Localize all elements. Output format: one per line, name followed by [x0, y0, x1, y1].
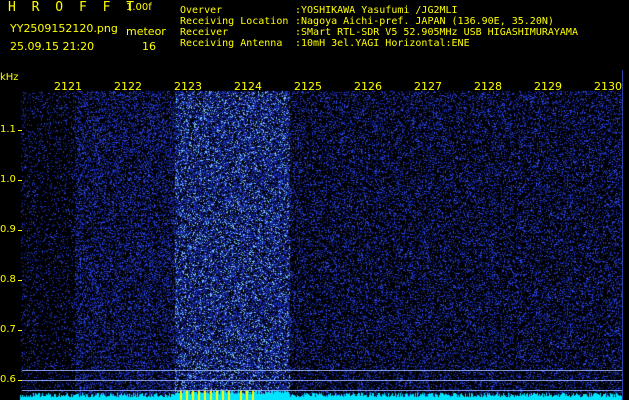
reference-line [22, 390, 622, 391]
time-label: 2130 [594, 80, 622, 93]
time-label: 2128 [474, 80, 502, 93]
meteor-count: 16 [142, 40, 156, 53]
freq-label: 1.1 [0, 124, 16, 135]
image-filename: YY2509152120.png [10, 22, 118, 35]
freq-tick [18, 330, 22, 331]
freq-label: 1.0 [0, 174, 16, 185]
time-label: 2121 [54, 80, 82, 93]
frequency-unit-label: kHz [0, 72, 19, 83]
time-label: 2125 [294, 80, 322, 93]
info-key: Receiver [180, 27, 229, 38]
info-row-location: Receiving Location :Nagoya Aichi-pref. J… [180, 16, 578, 27]
freq-label: 0.7 [0, 324, 16, 335]
header-panel: H R O F F T 1.00f YY2509152120.png meteo… [0, 0, 629, 70]
info-value: :10mH 3el.YAGI Horizontal:ENE [295, 38, 470, 49]
plot-right-border [622, 70, 623, 400]
info-key: Overver [180, 5, 223, 16]
freq-tick [18, 280, 22, 281]
time-label: 2123 [174, 80, 202, 93]
time-label: 2126 [354, 80, 382, 93]
time-label: 2124 [234, 80, 262, 93]
timestamp: 25.09.15 21:20 [10, 40, 95, 53]
freq-label: 0.8 [0, 274, 16, 285]
info-value: :Nagoya Aichi-pref. JAPAN (136.90E, 35.2… [295, 16, 554, 27]
time-label: 2129 [534, 80, 562, 93]
meteor-label: meteor [126, 25, 166, 38]
time-label: 2127 [414, 80, 442, 93]
info-row-receiver: Receiver :SMart RTL-SDR V5 52.905MHz USB… [180, 27, 578, 38]
info-key: Receiving Location [180, 16, 289, 27]
info-value: :SMart RTL-SDR V5 52.905MHz USB HIGASHIM… [295, 27, 578, 38]
info-value: :YOSHIKAWA Yasufumi /JG2MLI [295, 5, 458, 16]
app-title: H R O F F T [8, 0, 139, 15]
freq-tick [18, 130, 22, 131]
freq-tick [18, 180, 22, 181]
waterfall-spectrogram [0, 70, 629, 400]
freq-label: 0.9 [0, 224, 16, 235]
info-row-observer: Overver :YOSHIKAWA Yasufumi /JG2MLI [180, 5, 578, 16]
app-version: 1.00f [126, 2, 152, 13]
info-key: Receiving Antenna [180, 38, 283, 49]
time-label: 2122 [114, 80, 142, 93]
station-info: Overver :YOSHIKAWA Yasufumi /JG2MLI Rece… [180, 5, 578, 49]
freq-tick [18, 230, 22, 231]
reference-line [22, 370, 622, 371]
reference-line [22, 380, 622, 381]
freq-label: 0.6 [0, 374, 16, 385]
info-row-antenna: Receiving Antenna :10mH 3el.YAGI Horizon… [180, 38, 578, 49]
